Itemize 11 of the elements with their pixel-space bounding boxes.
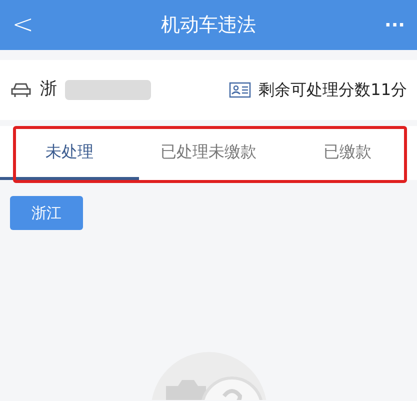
back-button[interactable]: < [12, 12, 44, 38]
page-title: 机动车违法 [161, 12, 256, 38]
tab[interactable]: 已处理未缴款 [139, 126, 278, 180]
plate-number: 浙 [40, 78, 57, 102]
province-button[interactable]: 浙江 [10, 196, 83, 230]
remaining-points: 剩余可处理分数11分 [258, 79, 407, 101]
tab[interactable]: 已缴款 [278, 126, 417, 180]
id-card-icon [228, 82, 251, 98]
tab[interactable]: 未处理 [0, 126, 139, 180]
more-button[interactable]: ··· [373, 12, 405, 38]
car-icon [10, 82, 32, 98]
